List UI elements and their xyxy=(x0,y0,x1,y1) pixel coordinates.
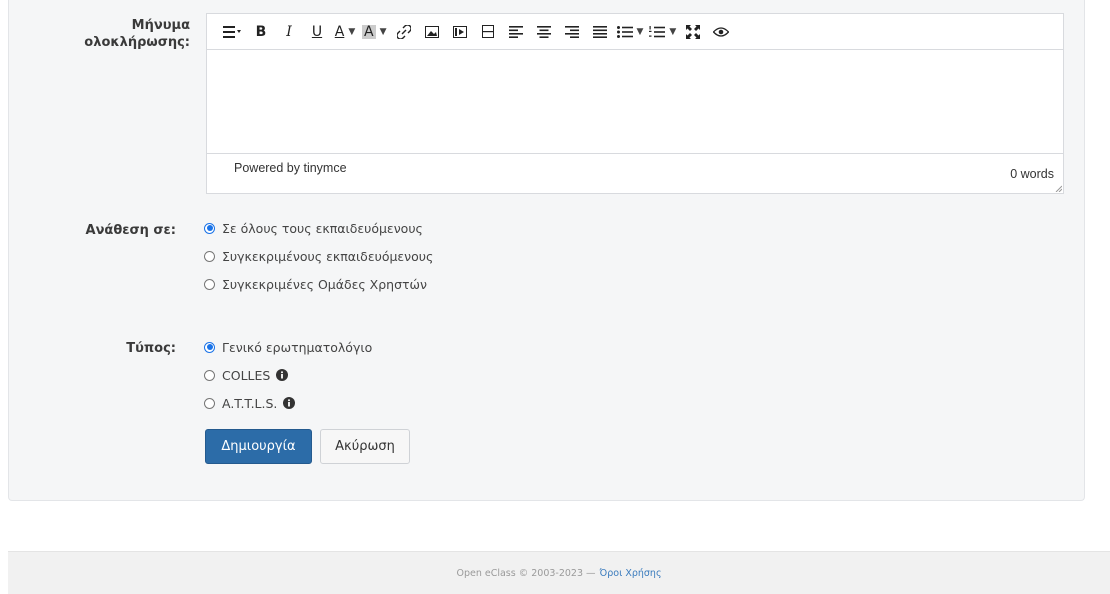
background-color-button[interactable]: A ▼ xyxy=(359,20,390,44)
editor-statusbar: Powered by tinymce 0 words xyxy=(207,154,1063,193)
chevron-down-icon: ▼ xyxy=(348,26,356,37)
underline-icon[interactable]: U xyxy=(303,20,331,44)
completion-message-label: Μήνυμα ολοκλήρωσης: xyxy=(84,18,190,50)
template-icon[interactable] xyxy=(474,20,502,44)
align-justify-icon[interactable] xyxy=(586,20,614,44)
radio-button[interactable] xyxy=(204,369,215,381)
assign-option-user-groups[interactable]: Συγκεκριμένες Ομάδες Χρηστών xyxy=(204,275,427,293)
preview-icon[interactable] xyxy=(707,20,735,44)
radio-label: Γενικό ερωτηματολόγιο xyxy=(222,339,373,355)
type-label: Τύπος: xyxy=(126,341,176,356)
chevron-down-icon: ▼ xyxy=(636,26,644,37)
align-right-icon[interactable] xyxy=(558,20,586,44)
info-icon[interactable] xyxy=(276,369,289,381)
radio-label: Συγκεκριμένους εκπαιδευόμενους xyxy=(222,248,434,264)
radio-label: COLLES xyxy=(222,367,271,383)
type-option-colles[interactable]: COLLES xyxy=(204,366,289,384)
rich-text-editor: B I U A ▼ A ▼ ▼ ▼ Powered by tinymce 0 w… xyxy=(206,13,1064,194)
chevron-down-icon: ▼ xyxy=(669,26,677,37)
italic-icon[interactable]: I xyxy=(275,20,303,44)
text-color-icon: A xyxy=(334,23,345,40)
chevron-down-icon: ▼ xyxy=(379,26,387,37)
create-button[interactable]: Δημιουργία xyxy=(205,429,312,464)
assign-option-all[interactable]: Σε όλους τους εκπαιδευόμενους xyxy=(204,219,423,237)
page-footer: Open eClass © 2003-2023 — Όροι Χρήσης xyxy=(8,551,1110,594)
bullet-list-button[interactable]: ▼ xyxy=(614,20,647,44)
numbered-list-icon xyxy=(649,25,666,37)
footer-copyright: Open eClass © 2003-2023 — xyxy=(456,567,596,579)
radio-button[interactable] xyxy=(204,278,215,290)
bold-icon[interactable]: B xyxy=(247,20,275,44)
radio-label: A.T.T.L.S. xyxy=(222,395,278,411)
fullscreen-icon[interactable] xyxy=(679,20,707,44)
editor-content-area[interactable] xyxy=(207,50,1063,154)
cancel-button[interactable]: Ακύρωση xyxy=(320,429,410,464)
media-icon[interactable] xyxy=(446,20,474,44)
radio-button[interactable] xyxy=(204,250,215,262)
paragraph-icon[interactable] xyxy=(219,20,247,44)
image-icon[interactable] xyxy=(418,20,446,44)
radio-button[interactable] xyxy=(204,397,215,409)
align-center-icon[interactable] xyxy=(530,20,558,44)
resize-handle-icon[interactable] xyxy=(1054,184,1062,192)
assign-option-specific-learners[interactable]: Συγκεκριμένους εκπαιδευόμενους xyxy=(204,247,433,265)
type-option-general[interactable]: Γενικό ερωτηματολόγιο xyxy=(204,338,372,356)
radio-button[interactable] xyxy=(204,222,215,234)
link-icon[interactable] xyxy=(390,20,418,44)
bullet-list-icon xyxy=(616,25,633,38)
numbered-list-button[interactable]: ▼ xyxy=(646,20,679,44)
info-icon[interactable] xyxy=(283,397,296,409)
radio-button[interactable] xyxy=(204,341,215,353)
radio-label: Συγκεκριμένες Ομάδες Χρηστών xyxy=(222,276,428,292)
editor-toolbar: B I U A ▼ A ▼ ▼ ▼ xyxy=(207,14,1063,50)
powered-by-link[interactable]: Powered by tinymce xyxy=(234,161,347,175)
text-color-button[interactable]: A ▼ xyxy=(331,20,359,44)
radio-label: Σε όλους τους εκπαιδευόμενους xyxy=(222,220,423,236)
assign-to-label: Ανάθεση σε: xyxy=(85,223,176,238)
type-option-attls[interactable]: A.T.T.L.S. xyxy=(204,394,296,412)
word-count: 0 words xyxy=(1010,167,1054,181)
terms-of-use-link[interactable]: Όροι Χρήσης xyxy=(600,568,662,579)
align-left-icon[interactable] xyxy=(502,20,530,44)
background-color-icon: A xyxy=(362,23,376,40)
